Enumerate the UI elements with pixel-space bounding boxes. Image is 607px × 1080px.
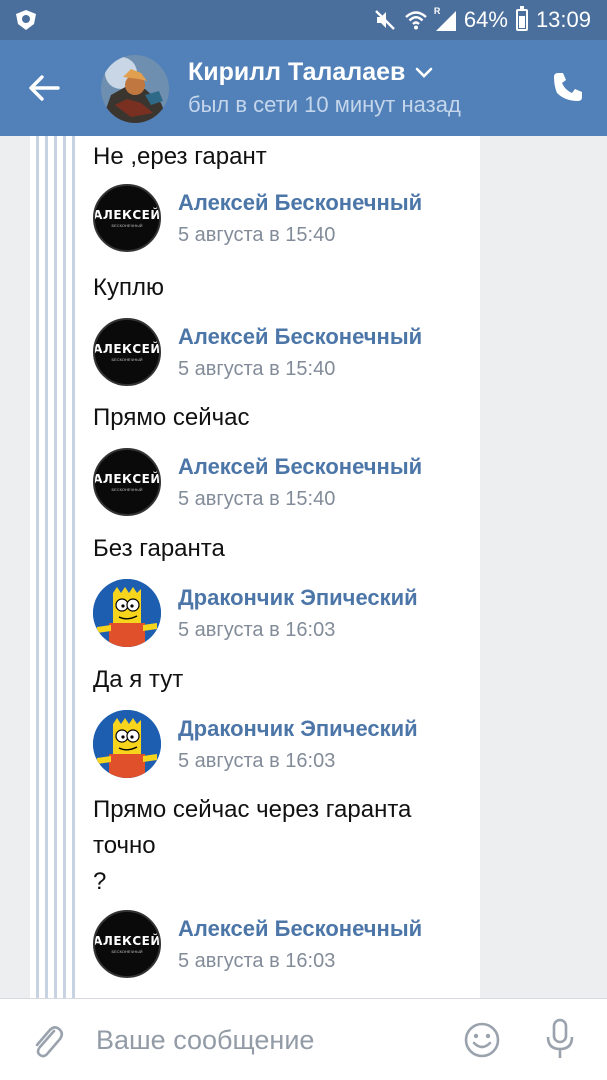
contact-name-label: Кирилл Талалаев xyxy=(188,58,406,86)
forwarded-author: АЛЕКСЕЙ БЕСКОНЕЧНЫЙ Алексей Бесконечный … xyxy=(93,448,473,518)
author-name[interactable]: Дракончик Эпический xyxy=(178,716,418,742)
forwarded-author: АЛЕКСЕЙ БЕСКОНЕЧНЫЙ Алексей Бесконечный … xyxy=(93,318,473,388)
signal-label: R xyxy=(433,6,441,16)
phone-icon[interactable] xyxy=(551,70,585,104)
paperclip-icon[interactable] xyxy=(30,1021,66,1061)
avatar-logo-subtext: БЕСКОНЕЧНЫЙ xyxy=(111,949,143,954)
quote-line xyxy=(63,136,66,998)
author-name[interactable]: Алексей Бесконечный xyxy=(178,190,422,216)
quote-line xyxy=(54,136,57,998)
author-avatar[interactable]: АЛЕКСЕЙ БЕСКОНЕЧНЫЙ xyxy=(93,318,161,386)
chat-header: Кирилл Талалаев был в сети 10 минут наза… xyxy=(0,40,607,136)
forwarded-author: Дракончик Эпический 5 августа в 16:03 xyxy=(93,579,473,649)
message-input[interactable]: Ваше сообщение xyxy=(96,1025,314,1056)
forwarded-author: АЛЕКСЕЙ БЕСКОНЕЧНЫЙ Алексей Бесконечный … xyxy=(93,184,473,254)
signal-icon: R xyxy=(433,6,456,31)
message-text: Прямо сейчас через гаранта точно ? xyxy=(93,796,412,895)
author-name[interactable]: Алексей Бесконечный xyxy=(178,454,422,480)
message-time: 5 августа в 16:03 xyxy=(178,619,336,641)
avatar-logo-text: АЛЕКСЕЙ xyxy=(93,208,161,222)
author-avatar[interactable]: АЛЕКСЕЙ БЕСКОНЕЧНЫЙ xyxy=(93,448,161,516)
message-list[interactable]: Не ,ерез гарант АЛЕКСЕЙ БЕСКОНЕЧНЫЙ Алек… xyxy=(0,136,607,998)
author-avatar[interactable] xyxy=(93,579,161,647)
author-name[interactable]: Алексей Бесконечный xyxy=(178,916,422,942)
smiley-icon[interactable] xyxy=(463,1021,501,1059)
shield-icon xyxy=(16,10,36,30)
quote-line xyxy=(45,136,48,998)
back-arrow-icon[interactable] xyxy=(24,68,64,108)
status-bar: R 64% 13:09 xyxy=(0,0,607,40)
message-text: Куплю xyxy=(93,274,164,301)
forwarded-author: Дракончик Эпический 5 августа в 16:03 xyxy=(93,710,473,780)
contact-avatar[interactable] xyxy=(101,55,169,123)
avatar-logo-text: АЛЕКСЕЙ xyxy=(93,342,161,356)
avatar-logo-text: АЛЕКСЕЙ xyxy=(93,934,161,948)
message-time: 5 августа в 15:40 xyxy=(178,358,336,380)
message-time: 5 августа в 16:03 xyxy=(178,950,336,972)
avatar-logo-subtext: БЕСКОНЕЧНЫЙ xyxy=(111,487,143,492)
avatar-logo-text: АЛЕКСЕЙ xyxy=(93,472,161,486)
battery-percent: 64% xyxy=(463,7,508,32)
avatar-logo-subtext: БЕСКОНЕЧНЫЙ xyxy=(111,223,143,228)
battery-level xyxy=(518,16,525,28)
author-avatar[interactable]: АЛЕКСЕЙ БЕСКОНЕЧНЫЙ xyxy=(93,910,161,978)
quote-line xyxy=(72,136,75,998)
author-name[interactable]: Алексей Бесконечный xyxy=(178,324,422,350)
message-text: Без гаранта xyxy=(93,535,225,562)
message-time: 5 августа в 16:03 xyxy=(178,750,336,772)
contact-status: был в сети 10 минут назад xyxy=(188,92,461,117)
chevron-down-icon[interactable] xyxy=(415,67,433,79)
status-time: 13:09 xyxy=(535,7,591,32)
avatar-logo-subtext: БЕСКОНЕЧНЫЙ xyxy=(111,357,143,362)
message-text: Прямо сейчас xyxy=(93,404,250,431)
author-name[interactable]: Дракончик Эпический xyxy=(178,585,418,611)
author-avatar[interactable]: АЛЕКСЕЙ БЕСКОНЕЧНЫЙ xyxy=(93,184,161,252)
author-avatar[interactable] xyxy=(93,710,161,778)
battery-icon xyxy=(515,6,528,31)
wifi-icon xyxy=(405,11,427,30)
quote-line xyxy=(36,136,39,998)
forward-quote-lines xyxy=(0,136,75,998)
message-input-bar: Ваше сообщение xyxy=(0,998,607,1080)
forwarded-author: АЛЕКСЕЙ БЕСКОНЕЧНЫЙ Алексей Бесконечный … xyxy=(93,910,473,980)
message-text: Да я тут xyxy=(93,666,184,693)
message-text: Не ,ерез гарант xyxy=(93,143,267,170)
mute-icon xyxy=(375,10,395,30)
contact-name[interactable]: Кирилл Талалаев xyxy=(188,58,433,87)
message-time: 5 августа в 15:40 xyxy=(178,224,336,246)
microphone-icon[interactable] xyxy=(543,1017,577,1061)
message-time: 5 августа в 15:40 xyxy=(178,488,336,510)
